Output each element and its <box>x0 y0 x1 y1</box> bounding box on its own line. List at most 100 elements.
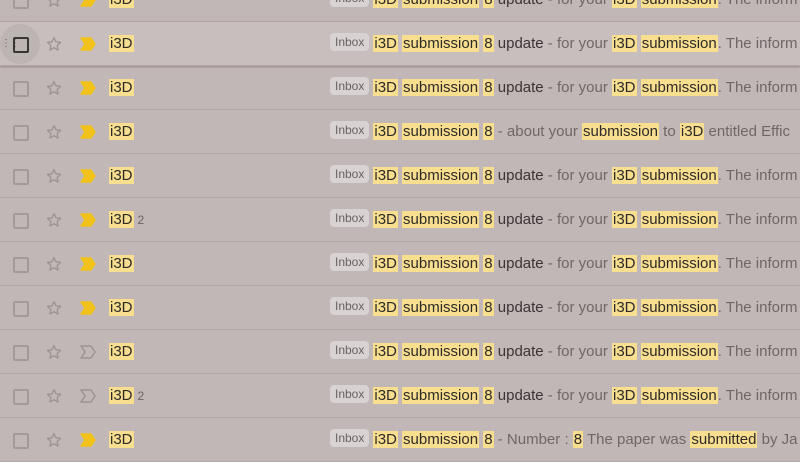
inbox-label-badge[interactable]: Inbox <box>330 341 370 359</box>
message-preview: Inboxi3D submission 8 update - for your … <box>330 198 797 241</box>
text-segment: update <box>493 211 544 228</box>
sender: i3D <box>109 110 138 153</box>
email-row[interactable]: ⋮⋮ i3D Inboxi3D submission 8 update - fo… <box>0 286 800 330</box>
search-highlight: 8 <box>483 35 494 52</box>
important-marker-icon[interactable] <box>80 213 96 227</box>
search-highlight: submission <box>402 255 480 272</box>
star-icon[interactable] <box>45 343 63 361</box>
search-highlight: i3D <box>109 387 134 404</box>
message-preview: Inboxi3D submission 8 update - for your … <box>330 66 797 109</box>
star-icon[interactable] <box>45 79 63 97</box>
search-highlight: i3D <box>373 123 398 140</box>
email-row[interactable]: ⋮⋮ i3D Inboxi3D submission 8 update - fo… <box>0 154 800 198</box>
text-segment: - for your <box>543 343 612 360</box>
search-highlight: submission <box>640 79 718 96</box>
star-icon[interactable] <box>45 123 63 141</box>
snippet: - for your i3D submission. The inform <box>544 387 798 404</box>
sender-name: i3D <box>109 299 134 316</box>
important-marker-icon[interactable] <box>80 169 96 183</box>
sender: i3D <box>109 418 138 461</box>
inbox-label-badge[interactable]: Inbox <box>330 121 370 139</box>
text-segment: . The inform <box>717 387 798 404</box>
important-marker-icon[interactable] <box>80 0 96 7</box>
email-row[interactable]: ⋮⋮ i3D Inboxi3D submission 8 update - fo… <box>0 242 800 286</box>
star-icon[interactable] <box>45 35 63 53</box>
text-segment: . The inform <box>717 299 798 316</box>
search-highlight: i3D <box>612 35 637 52</box>
text-segment: - for your <box>543 167 612 184</box>
search-highlight: i3D <box>612 0 637 8</box>
inbox-label-badge[interactable]: Inbox <box>330 0 370 7</box>
text-segment: The paper was <box>583 431 691 448</box>
drag-handle-icon[interactable]: ⋮⋮ <box>1 37 20 51</box>
select-checkbox[interactable] <box>13 301 29 317</box>
inbox-label-badge[interactable]: Inbox <box>330 33 370 51</box>
search-highlight: 8 <box>483 0 494 8</box>
sender: i3D <box>109 330 138 373</box>
search-highlight: 8 <box>483 255 494 272</box>
select-checkbox[interactable] <box>13 81 29 97</box>
search-highlight: i3D <box>373 167 398 184</box>
inbox-label-badge[interactable]: Inbox <box>330 429 370 447</box>
star-icon[interactable] <box>45 299 63 317</box>
search-highlight: i3D <box>109 79 134 96</box>
inbox-label-badge[interactable]: Inbox <box>330 209 370 227</box>
inbox-label-badge[interactable]: Inbox <box>330 297 370 315</box>
select-checkbox[interactable] <box>13 345 29 361</box>
important-marker-icon[interactable] <box>80 301 96 315</box>
search-highlight: i3D <box>373 255 398 272</box>
star-icon[interactable] <box>45 431 63 449</box>
star-icon[interactable] <box>45 387 63 405</box>
important-marker-icon[interactable] <box>80 433 96 447</box>
text-segment: - Number : <box>493 431 573 448</box>
inbox-label-badge[interactable]: Inbox <box>330 253 370 271</box>
search-highlight: i3D <box>612 167 637 184</box>
email-row[interactable]: ⋮⋮ i3D Inboxi3D submission 8 update - fo… <box>0 330 800 374</box>
message-preview: Inboxi3D submission 8 update - for your … <box>330 154 797 197</box>
inbox-label-badge[interactable]: Inbox <box>330 165 370 183</box>
email-row[interactable]: ⋮⋮ i3D Inboxi3D submission 8 update - fo… <box>0 66 800 110</box>
email-row[interactable]: ⋮⋮ i3D Inboxi3D submission 8 - Number : … <box>0 418 800 462</box>
subject: i3D submission 8 <box>373 123 494 140</box>
star-icon[interactable] <box>45 167 63 185</box>
select-checkbox[interactable] <box>13 125 29 141</box>
snippet: - for your i3D submission. The inform <box>544 0 797 8</box>
inbox-label-badge[interactable]: Inbox <box>330 77 370 95</box>
text-segment: to <box>659 123 680 140</box>
email-row[interactable]: ⋮⋮ i3D Inboxi3D submission 8 update - fo… <box>0 22 800 66</box>
important-marker-icon[interactable] <box>80 345 96 359</box>
inbox-label-badge[interactable]: Inbox <box>330 385 370 403</box>
star-icon[interactable] <box>45 0 63 9</box>
select-checkbox[interactable] <box>13 169 29 185</box>
search-highlight: submitted <box>690 431 758 448</box>
email-row[interactable]: ⋮⋮ i3D2 Inboxi3D submission 8 update - f… <box>0 198 800 242</box>
email-row[interactable]: ⋮⋮ i3D Inboxi3D submission 8 - about you… <box>0 110 800 154</box>
email-row[interactable]: ⋮⋮ i3D Inboxi3D submission 8 update - fo… <box>0 0 800 22</box>
important-marker-icon[interactable] <box>80 125 96 139</box>
important-marker-icon[interactable] <box>80 81 96 95</box>
search-highlight: submission <box>402 35 480 52</box>
subject: i3D submission 8 update <box>373 299 544 316</box>
select-checkbox[interactable] <box>13 389 29 405</box>
star-icon[interactable] <box>45 211 63 229</box>
sender-name: i3D <box>109 167 134 184</box>
select-checkbox[interactable] <box>13 37 29 53</box>
select-checkbox[interactable] <box>13 257 29 273</box>
snippet: - for your i3D submission. The inform <box>543 167 797 184</box>
star-icon[interactable] <box>45 255 63 273</box>
search-highlight: 8 <box>483 79 494 96</box>
text-segment: - for your <box>544 0 612 8</box>
important-marker-icon[interactable] <box>80 37 96 51</box>
important-marker-icon[interactable] <box>80 389 96 403</box>
subject: i3D submission 8 update <box>373 167 544 184</box>
important-marker-icon[interactable] <box>80 257 96 271</box>
select-checkbox[interactable] <box>13 433 29 449</box>
subject: i3D submission 8 update <box>373 79 544 96</box>
search-highlight: submission <box>640 0 718 8</box>
sender-name: i3D <box>109 79 134 96</box>
email-row[interactable]: ⋮⋮ i3D2 Inboxi3D submission 8 update - f… <box>0 374 800 418</box>
select-checkbox[interactable] <box>13 213 29 229</box>
sender-name: i3D <box>109 0 134 8</box>
select-checkbox[interactable] <box>13 0 29 9</box>
search-highlight: i3D <box>373 343 398 360</box>
